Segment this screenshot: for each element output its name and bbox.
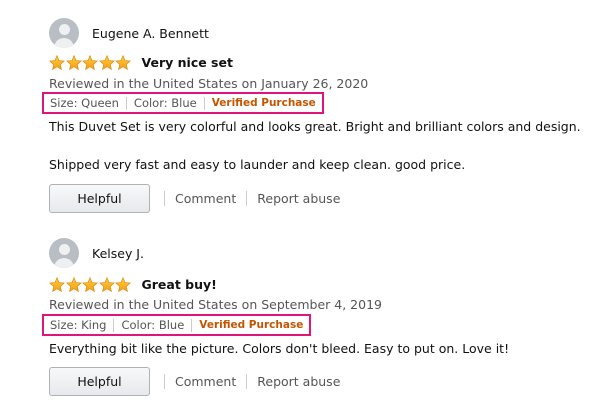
purchase-details-box: Size: Queen Color: Blue Verified Purchas… xyxy=(42,92,324,114)
review-actions: Helpful Comment Report abuse xyxy=(49,184,340,213)
divider xyxy=(246,191,248,206)
star-icon xyxy=(49,55,65,70)
comment-link[interactable]: Comment xyxy=(175,374,236,389)
review-body-line-1: Everything bit like the picture. Colors … xyxy=(49,341,510,356)
helpful-button[interactable]: Helpful xyxy=(49,367,150,396)
divider xyxy=(246,374,248,389)
star-rating[interactable] xyxy=(49,55,132,70)
star-icon xyxy=(115,277,131,292)
divider xyxy=(164,191,165,206)
star-icon xyxy=(99,55,115,70)
star-icon xyxy=(82,277,98,292)
avatar-icon xyxy=(49,18,79,48)
divider xyxy=(113,318,115,332)
review-title[interactable]: Great buy! xyxy=(142,277,217,292)
review-body-line-1: This Duvet Set is very colorful and look… xyxy=(49,119,581,134)
reviewer-name: Kelsey J. xyxy=(92,245,144,261)
reviewer-profile[interactable]: Eugene A. Bennett xyxy=(49,18,209,48)
rating-line: Great buy! xyxy=(49,277,217,292)
star-icon xyxy=(99,277,115,292)
review-date: Reviewed in the United States on Septemb… xyxy=(49,297,382,312)
purchase-details-box: Size: King Color: Blue Verified Purchase xyxy=(42,314,312,336)
reviewer-profile[interactable]: Kelsey J. xyxy=(49,238,144,268)
review-actions: Helpful Comment Report abuse xyxy=(49,367,340,396)
color-option[interactable]: Color: Blue xyxy=(134,96,197,110)
avatar-icon xyxy=(49,238,79,268)
reviewer-name: Eugene A. Bennett xyxy=(92,25,209,41)
divider xyxy=(125,96,127,110)
color-option[interactable]: Color: Blue xyxy=(121,318,184,332)
divider xyxy=(191,318,193,332)
report-abuse-link[interactable]: Report abuse xyxy=(257,191,340,206)
star-icon xyxy=(82,55,98,70)
star-icon xyxy=(115,55,131,70)
review-body-line-2: Shipped very fast and easy to launder an… xyxy=(49,157,466,172)
helpful-button[interactable]: Helpful xyxy=(49,184,150,213)
divider xyxy=(203,96,205,110)
size-option[interactable]: Size: King xyxy=(50,318,106,332)
report-abuse-link[interactable]: Report abuse xyxy=(257,374,340,389)
star-icon xyxy=(66,277,82,292)
comment-link[interactable]: Comment xyxy=(175,191,236,206)
size-option[interactable]: Size: Queen xyxy=(50,96,119,110)
rating-line: Very nice set xyxy=(49,55,233,70)
review-title[interactable]: Very nice set xyxy=(142,55,233,70)
star-icon xyxy=(66,55,82,70)
verified-purchase-badge: Verified Purchase xyxy=(199,319,304,331)
review-date: Reviewed in the United States on January… xyxy=(49,76,369,91)
divider xyxy=(164,374,165,389)
star-rating[interactable] xyxy=(49,277,132,292)
verified-purchase-badge: Verified Purchase xyxy=(211,97,316,109)
star-icon xyxy=(49,277,65,292)
